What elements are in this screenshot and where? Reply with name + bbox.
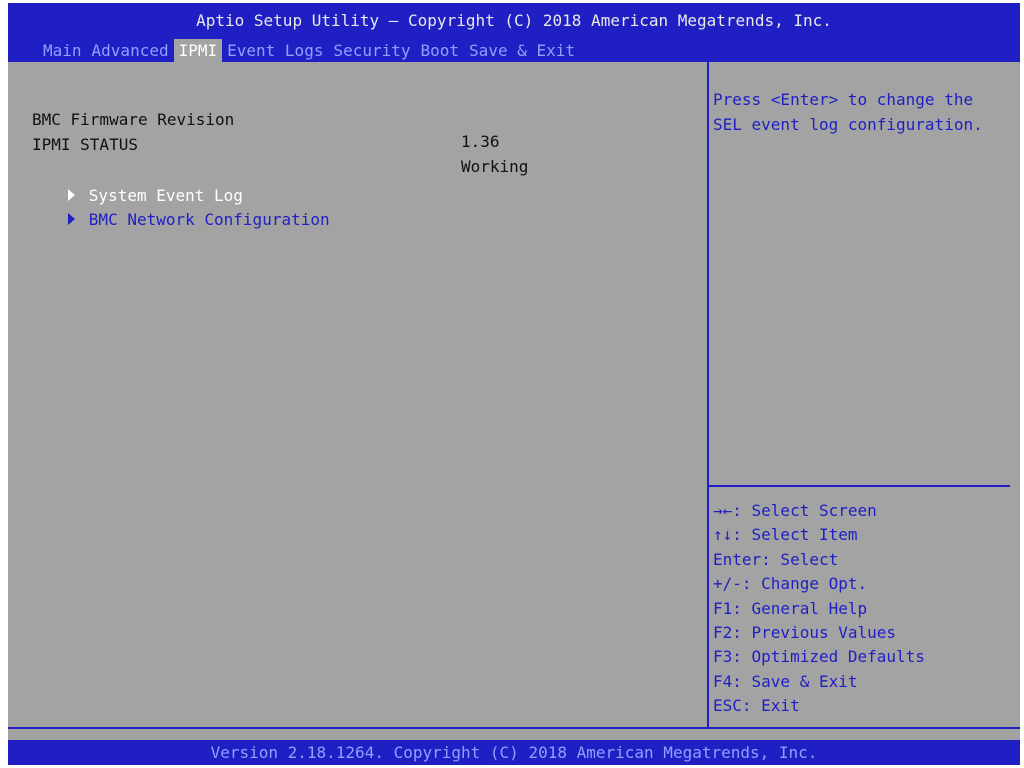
tab-main[interactable]: Main: [38, 39, 87, 63]
help-pane: Press <Enter> to change the SEL event lo…: [709, 62, 1020, 727]
tab-advanced[interactable]: Advanced: [87, 39, 174, 63]
settings-pane: BMC Firmware Revision 1.36 IPMI STATUS W…: [8, 62, 707, 727]
key-hint-enter: Enter: Select: [713, 549, 839, 569]
header-bar: Aptio Setup Utility – Copyright (C) 2018…: [8, 3, 1020, 63]
menu-item-bmc-network-configuration[interactable]: BMC Network Configuration: [10, 184, 330, 229]
tab-ipmi[interactable]: IPMI: [173, 39, 223, 63]
info-row-ipmi-status: IPMI STATUS Working: [32, 112, 528, 176]
tab-save-exit[interactable]: Save & Exit: [464, 39, 580, 63]
utility-title: Aptio Setup Utility – Copyright (C) 2018…: [196, 11, 832, 30]
help-divider: [709, 485, 1010, 487]
bottom-divider: [8, 727, 1020, 729]
info-row-bmc-firmware: BMC Firmware Revision 1.36: [32, 87, 500, 151]
info-label: IPMI STATUS: [32, 135, 138, 154]
tab-security[interactable]: Security: [328, 39, 415, 63]
info-value: Working: [461, 157, 529, 176]
key-hint-previous-values: F2: Previous Values: [713, 622, 897, 642]
help-description: Press <Enter> to change the SEL event lo…: [713, 90, 983, 134]
key-legend: →←: Select Screen ↑↓: Select Item Enter:…: [713, 499, 1013, 719]
key-hint-general-help: F1: General Help: [713, 598, 868, 618]
key-hint-save-exit: F4: Save & Exit: [713, 671, 858, 691]
submenu-arrow-icon: [67, 212, 75, 225]
menu-item-label: BMC Network Configuration: [88, 210, 330, 229]
tab-boot[interactable]: Boot: [416, 39, 465, 63]
menu-item-system-event-log[interactable]: System Event Log: [10, 160, 243, 205]
footer-bar: Version 2.18.1264. Copyright (C) 2018 Am…: [8, 740, 1020, 765]
key-hint-esc-exit: ESC: Exit: [713, 696, 800, 716]
version-text: Version 2.18.1264. Copyright (C) 2018 Am…: [210, 743, 818, 762]
info-label: BMC Firmware Revision: [32, 110, 235, 129]
key-hint-select-item: ↑↓: Select Item: [713, 525, 858, 545]
tab-bar: Main Advanced IPMI Event Logs Security B…: [38, 39, 580, 63]
info-value: 1.36: [461, 132, 500, 151]
tab-event-logs[interactable]: Event Logs: [222, 39, 328, 63]
bios-screen: Aptio Setup Utility – Copyright (C) 2018…: [8, 3, 1020, 765]
key-hint-select-screen: →←: Select Screen: [713, 501, 877, 520]
key-hint-optimized-defaults: F3: Optimized Defaults: [713, 647, 925, 667]
key-hint-change-opt: +/-: Change Opt.: [713, 574, 868, 594]
